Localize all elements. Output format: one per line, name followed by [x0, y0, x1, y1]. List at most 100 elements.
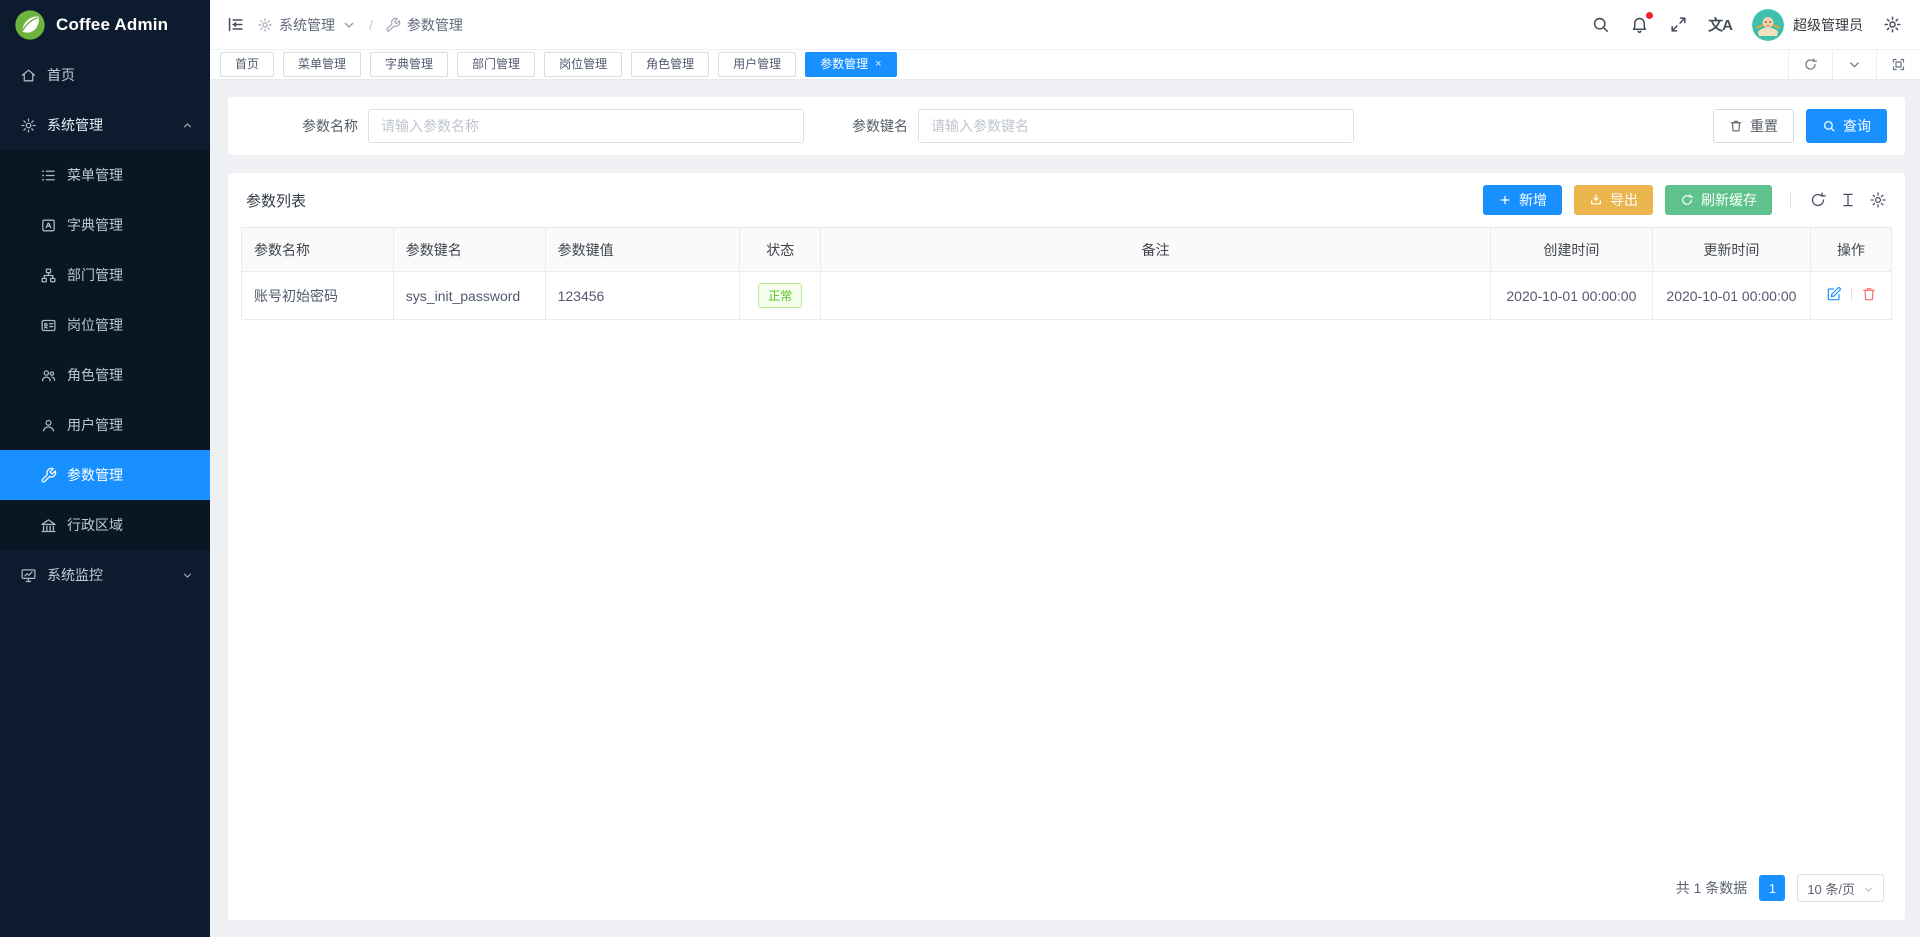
refresh-icon [1680, 193, 1694, 207]
sidebar-item-label: 行政区域 [67, 515, 123, 535]
avatar [1752, 9, 1784, 41]
fullscreen-icon[interactable] [1669, 15, 1688, 34]
cell-status: 正常 [740, 272, 821, 320]
page-size-select[interactable]: 10 条/页 [1797, 874, 1884, 902]
translate-icon[interactable]: 文A [1708, 14, 1732, 35]
reset-button[interactable]: 重置 [1713, 109, 1794, 143]
bell-icon[interactable] [1630, 15, 1649, 34]
menu-fold-icon[interactable] [226, 15, 245, 34]
export-button[interactable]: 导出 [1574, 185, 1653, 215]
sidebar-item-home[interactable]: 首页 [0, 50, 210, 100]
monitor-icon [20, 567, 37, 584]
id-card-icon [40, 317, 57, 334]
main-area: 系统管理 / 参数管理 [210, 0, 1920, 937]
tab-dept-management[interactable]: 部门管理 [457, 52, 535, 77]
gear-icon[interactable] [1883, 15, 1902, 34]
refresh-icon[interactable] [1788, 50, 1832, 79]
chevron-down-icon [341, 17, 357, 33]
sidebar-item-admin-region[interactable]: 行政区域 [0, 500, 210, 550]
col-param-name: 参数名称 [242, 228, 394, 272]
wrench-icon [40, 467, 57, 484]
chevron-down-icon[interactable] [1832, 50, 1876, 79]
sidebar-item-system-management[interactable]: 系统管理 [0, 100, 210, 150]
sidebar-item-post-management[interactable]: 岗位管理 [0, 300, 210, 350]
tab-post-management[interactable]: 岗位管理 [544, 52, 622, 77]
param-table: 参数名称 参数键名 参数键值 状态 备注 创建时间 更新时间 操作 账号初始密码 [241, 227, 1892, 320]
tab-user-management[interactable]: 用户管理 [718, 52, 796, 77]
tab-tools [1788, 50, 1920, 79]
tab-role-management[interactable]: 角色管理 [631, 52, 709, 77]
param-key-input[interactable] [918, 109, 1354, 143]
close-icon[interactable]: × [875, 53, 881, 76]
wrench-icon [385, 17, 401, 33]
col-param-value: 参数键值 [545, 228, 740, 272]
sidebar-item-dept-management[interactable]: 部门管理 [0, 250, 210, 300]
refresh-cache-button[interactable]: 刷新缓存 [1665, 185, 1772, 215]
sidebar-item-role-management[interactable]: 角色管理 [0, 350, 210, 400]
sidebar-item-label: 菜单管理 [67, 165, 123, 185]
cell-param-key: sys_init_password [393, 272, 545, 320]
search-label: 查询 [1843, 116, 1871, 136]
sidebar-item-user-management[interactable]: 用户管理 [0, 400, 210, 450]
sidebar-item-system-monitor[interactable]: 系统监控 [0, 550, 210, 600]
page-number-button[interactable]: 1 [1759, 875, 1785, 901]
tab-menu-management[interactable]: 菜单管理 [283, 52, 361, 77]
search-icon[interactable] [1591, 15, 1610, 34]
refresh-icon[interactable] [1809, 191, 1827, 209]
table-row: 账号初始密码 sys_init_password 123456 正常 2020-… [242, 272, 1892, 320]
user-menu[interactable]: 超级管理员 [1752, 9, 1863, 41]
tab-home[interactable]: 首页 [220, 52, 274, 77]
sidebar-item-param-management[interactable]: 参数管理 [0, 450, 210, 500]
cell-param-value: 123456 [545, 272, 740, 320]
breadcrumb-system-management[interactable]: 系统管理 [257, 15, 357, 35]
col-status: 状态 [740, 228, 821, 272]
download-icon [1589, 193, 1603, 207]
leaf-icon [14, 9, 46, 41]
page-content: 参数名称 参数键名 重置 [210, 80, 1920, 937]
dictionary-icon [40, 217, 57, 234]
delete-icon[interactable] [1861, 286, 1877, 302]
app-logo[interactable]: Coffee Admin [0, 0, 210, 50]
cell-param-name: 账号初始密码 [242, 272, 394, 320]
tab-label: 参数管理 [820, 53, 868, 76]
gear-icon [20, 117, 37, 134]
edit-icon[interactable] [1826, 286, 1842, 302]
tab-dict-management[interactable]: 字典管理 [370, 52, 448, 77]
add-button[interactable]: 新增 [1483, 185, 1562, 215]
sidebar-submenu-system: 菜单管理 字典管理 部门管理 [0, 150, 210, 550]
header-actions: 文A 超级管理员 [1591, 9, 1902, 41]
cell-remark [821, 272, 1491, 320]
filter-actions: 重置 查询 [1713, 109, 1887, 143]
org-tree-icon [40, 267, 57, 284]
param-name-input[interactable] [368, 109, 804, 143]
list-card-header: 参数列表 新增 导出 [241, 173, 1892, 227]
column-settings-gear-icon[interactable] [1869, 191, 1887, 209]
sidebar-item-label: 岗位管理 [67, 315, 123, 335]
refresh-cache-label: 刷新缓存 [1701, 190, 1757, 210]
sidebar-item-dict-management[interactable]: 字典管理 [0, 200, 210, 250]
search-icon [1822, 119, 1836, 133]
home-icon [20, 67, 37, 84]
list-toolbar: 新增 导出 刷新缓存 [1483, 185, 1887, 215]
pagination: 共 1 条数据 1 10 条/页 [241, 860, 1892, 920]
filter-card: 参数名称 参数键名 重置 [228, 97, 1905, 155]
col-param-key: 参数键名 [393, 228, 545, 272]
breadcrumb-label: 系统管理 [279, 15, 335, 35]
tab-bar: 首页 菜单管理 字典管理 部门管理 岗位管理 角色管理 用户管理 参数管理 × [210, 50, 1920, 80]
maximize-icon[interactable] [1876, 50, 1920, 79]
search-button[interactable]: 查询 [1806, 109, 1887, 143]
cell-actions [1811, 272, 1892, 320]
trash-icon [1729, 119, 1743, 133]
bank-icon [40, 517, 57, 534]
plus-icon [1498, 193, 1512, 207]
reset-label: 重置 [1750, 116, 1778, 136]
sidebar-item-menu-management[interactable]: 菜单管理 [0, 150, 210, 200]
table-header-row: 参数名称 参数键名 参数键值 状态 备注 创建时间 更新时间 操作 [242, 228, 1892, 272]
tab-param-management[interactable]: 参数管理 × [805, 52, 896, 77]
col-created-at: 创建时间 [1491, 228, 1653, 272]
line-height-icon[interactable] [1839, 191, 1857, 209]
sidebar-item-label: 角色管理 [67, 365, 123, 385]
user-icon [40, 417, 57, 434]
form-item-param-key: 参数键名 [806, 109, 1354, 143]
form-item-param-name: 参数名称 [246, 109, 804, 143]
